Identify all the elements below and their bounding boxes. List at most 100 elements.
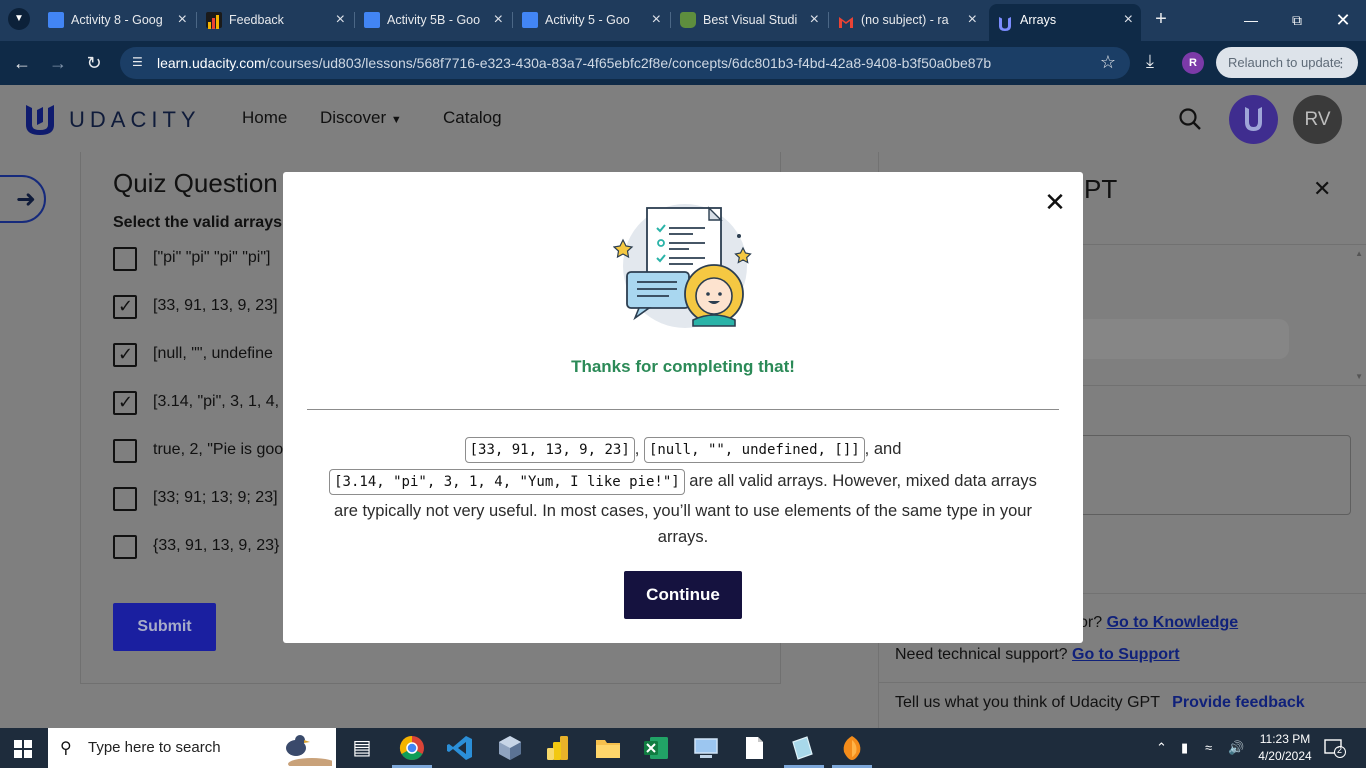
reload-icon[interactable]: ↻ (82, 51, 106, 75)
tab-gmail[interactable]: (no subject) - ra × (830, 6, 985, 34)
option-label: true, 2, "Pie is goo (153, 441, 284, 458)
chrome-icon[interactable] (398, 734, 426, 762)
power-bi-icon[interactable] (544, 734, 572, 762)
divider (307, 409, 1059, 410)
clock-date: 4/20/2024 (1258, 749, 1312, 763)
user-avatar[interactable]: RV (1293, 95, 1342, 144)
scroll-up-icon[interactable]: ▲ (1355, 249, 1363, 258)
task-view-icon[interactable]: ▤ (348, 734, 376, 762)
tab-title: Best Visual Studi (703, 13, 797, 27)
support-text: Need technical support? (895, 646, 1068, 663)
clock-time: 11:23 PM (1259, 732, 1311, 746)
relaunch-button[interactable]: Relaunch to update ⋮ (1216, 47, 1358, 78)
close-icon[interactable]: × (652, 6, 661, 34)
checkbox[interactable] (113, 535, 137, 559)
fl-studio-icon[interactable] (838, 734, 866, 762)
option-label: [null, "", undefine (153, 345, 273, 362)
tab-activity-5b[interactable]: Activity 5B - Goo × (356, 6, 511, 34)
windows-start-icon[interactable] (14, 740, 32, 758)
tab-activity-5[interactable]: Activity 5 - Goo × (514, 6, 669, 34)
udacity-gpt-avatar[interactable] (1229, 95, 1278, 144)
window-close-icon[interactable]: ✕ (1320, 0, 1366, 40)
tab-title: Feedback (229, 13, 284, 27)
notepad-icon[interactable] (740, 734, 768, 762)
close-icon[interactable]: × (968, 6, 977, 34)
system-clock[interactable]: 11:23 PM 4/20/2024 (1253, 731, 1317, 765)
minimize-icon[interactable]: — (1228, 0, 1274, 40)
google-docs-icon (364, 12, 380, 28)
go-to-support-link[interactable]: Go to Support (1072, 646, 1180, 663)
excel-icon[interactable] (642, 734, 670, 762)
celebration-illustration-icon (613, 204, 752, 328)
close-icon[interactable]: × (336, 6, 345, 34)
url-text: learn.udacity.com/courses/ud803/lessons/… (157, 55, 992, 71)
submit-button[interactable]: Submit (113, 603, 216, 651)
bookmark-star-icon[interactable]: ☆ (1100, 52, 1116, 73)
message-text: are all valid arrays. However, mixed dat… (689, 472, 1037, 490)
tab-best-visual-studio[interactable]: Best Visual Studi × (672, 6, 827, 34)
tab-title: Activity 5 - Goo (545, 13, 630, 27)
restore-icon[interactable]: ⧉ (1274, 0, 1320, 40)
checkbox[interactable] (113, 487, 137, 511)
nav-catalog[interactable]: Catalog (443, 108, 502, 128)
udacity-logo-icon[interactable] (24, 103, 56, 137)
search-icon[interactable] (1178, 107, 1202, 131)
option-label: [33, 91, 13, 9, 23] (153, 297, 278, 314)
continue-button[interactable]: Continue (624, 571, 742, 619)
new-tab-icon[interactable]: + (1150, 9, 1172, 31)
caret-down-icon: ▼ (390, 114, 402, 126)
checkbox[interactable] (113, 247, 137, 271)
volume-icon[interactable]: 🔊 (1228, 728, 1244, 768)
chart-icon (206, 12, 222, 29)
forward-arrow-icon[interactable]: → (46, 51, 70, 75)
notebook-app-icon[interactable] (788, 734, 816, 762)
download-icon[interactable]: ⤓ (1146, 51, 1154, 72)
notification-center-icon[interactable]: 2 (1324, 738, 1346, 758)
show-hidden-icons[interactable]: ⌃ (1156, 728, 1167, 768)
provide-feedback-link[interactable]: Provide feedback (1172, 694, 1305, 711)
close-icon[interactable]: × (178, 6, 187, 34)
tab-activity-8[interactable]: Activity 8 - Goog × (40, 6, 195, 34)
tab-arrays[interactable]: Arrays × (989, 4, 1141, 41)
battery-icon[interactable]: ▮ (1181, 728, 1188, 768)
message-text: are typically not very useful. In most c… (334, 502, 1032, 546)
nav-discover[interactable]: Discover ▼ (320, 108, 402, 128)
expand-sidebar-button[interactable]: ➜ (0, 175, 46, 223)
completion-heading: Thanks for completing that! (571, 357, 795, 376)
vscode-icon[interactable] (446, 734, 474, 762)
checkbox[interactable] (113, 439, 137, 463)
back-arrow-icon[interactable]: ← (10, 51, 34, 75)
udacity-icon (997, 12, 1013, 31)
checkbox-checked[interactable] (113, 391, 137, 415)
close-icon[interactable]: × (494, 6, 503, 34)
code-snippet: [null, "", undefined, []] (643, 437, 865, 463)
arrow-right-icon: ➜ (15, 186, 36, 213)
remote-desktop-icon[interactable] (692, 734, 720, 762)
site-info-icon[interactable]: ☰ (132, 55, 148, 71)
close-icon[interactable]: ✕ (1043, 189, 1067, 215)
udacity-logo-text[interactable]: UDACITY (69, 107, 201, 133)
gpt-chat-input[interactable] (1059, 435, 1351, 515)
close-icon[interactable]: ✕ (1313, 176, 1331, 202)
go-to-knowledge-link[interactable]: Go to Knowledge (1107, 614, 1239, 631)
network-icon[interactable]: ≈ (1205, 728, 1212, 768)
close-icon[interactable]: × (810, 6, 819, 34)
kebab-menu-icon[interactable]: ⋮ (1335, 47, 1348, 78)
quiz-title: Quiz Question (113, 168, 278, 198)
checkbox-checked[interactable] (113, 343, 137, 367)
file-explorer-icon[interactable] (594, 734, 622, 762)
tab-feedback[interactable]: Feedback × (198, 6, 353, 34)
cube-app-icon[interactable] (496, 734, 524, 762)
option-label: {33, 91, 13, 9, 23} (153, 537, 280, 554)
taskbar-search-box[interactable]: ⚲ Type here to search (48, 728, 336, 768)
profile-avatar[interactable]: R (1182, 52, 1204, 74)
text-separator: , and (864, 440, 902, 458)
nav-home[interactable]: Home (242, 108, 287, 128)
search-placeholder: Type here to search (88, 739, 221, 756)
close-icon[interactable]: × (1124, 4, 1133, 36)
text-separator: , (634, 440, 640, 458)
checkbox-checked[interactable] (113, 295, 137, 319)
tab-search-button[interactable]: ▼ (8, 8, 30, 30)
address-bar[interactable]: ☰ learn.udacity.com/courses/ud803/lesson… (120, 47, 1130, 79)
scroll-down-icon[interactable]: ▼ (1355, 372, 1363, 381)
